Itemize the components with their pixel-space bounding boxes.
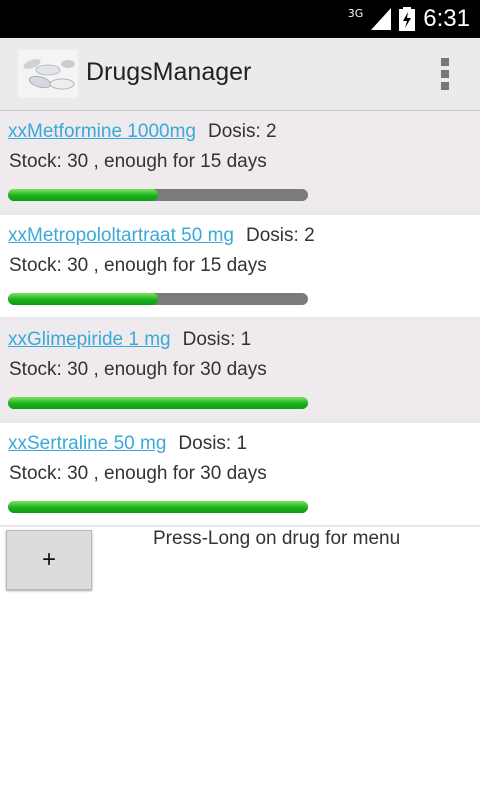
overflow-menu-icon[interactable] (440, 58, 450, 92)
stock-label: Stock: 30 , enough for 15 days (9, 151, 267, 172)
stock-progress-bar (8, 189, 308, 201)
signal-bars-icon (371, 8, 392, 30)
dosis-label: Dosis: 2 (246, 225, 315, 246)
pills-icon (18, 50, 78, 98)
stock-progress-bar (8, 293, 308, 305)
clock: 6:31 (423, 5, 470, 32)
stock-progress-fill (8, 189, 158, 201)
stock-label: Stock: 30 , enough for 15 days (9, 255, 267, 276)
network-type-label: 3G (347, 6, 364, 20)
drug-list: xxMetformine 1000mg Dosis: 2 Stock: 30 , … (0, 111, 480, 527)
long-press-hint: Press-Long on drug for menu (153, 528, 401, 549)
dosis-label: Dosis: 1 (178, 433, 248, 454)
add-drug-button[interactable]: + (6, 530, 92, 590)
drug-list-item[interactable]: xxMetropololtartraat 50 mg Dosis: 2 Stock… (0, 215, 480, 319)
stock-progress-fill (8, 501, 308, 513)
drug-name-link[interactable]: xxSertraline 50 mg (8, 433, 166, 454)
drug-list-item[interactable]: xxGlimepiride 1 mg Dosis: 1 Stock: 30 , e… (0, 319, 480, 423)
stock-progress-bar (8, 397, 308, 409)
stock-progress-bar (8, 501, 308, 513)
dosis-label: Dosis: 1 (182, 329, 252, 350)
stock-label: Stock: 30 , enough for 30 days (9, 463, 267, 484)
drug-list-item[interactable]: xxMetformine 1000mg Dosis: 2 Stock: 30 , … (0, 111, 480, 215)
status-icons: 3G 6:31 (347, 5, 470, 32)
stock-label: Stock: 30 , enough for 30 days (9, 359, 267, 380)
status-bar: 3G 6:31 (0, 0, 480, 38)
action-bar: DrugsManager (0, 38, 480, 111)
stock-progress-fill (8, 293, 158, 305)
dosis-label: Dosis: 2 (207, 121, 277, 142)
battery-charging-icon (399, 7, 416, 31)
drug-name-link[interactable]: xxMetropololtartraat 50 mg (8, 225, 234, 246)
drug-list-item[interactable]: xxSertraline 50 mg Dosis: 1 Stock: 30 , e… (0, 423, 480, 527)
app-title: DrugsManager (86, 58, 252, 86)
drug-name-link[interactable]: xxMetformine 1000mg (8, 121, 196, 142)
stock-progress-fill (8, 397, 308, 409)
drug-name-link[interactable]: xxGlimepiride 1 mg (8, 329, 171, 350)
